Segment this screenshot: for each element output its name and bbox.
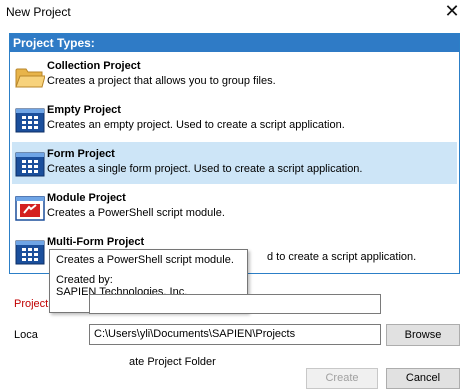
- project-name-input[interactable]: [89, 294, 381, 314]
- item-name: Collection Project: [47, 60, 141, 72]
- tooltip-created-by: Created by:: [56, 274, 113, 286]
- project-types-panel: Project Types: Collection Project Create…: [9, 33, 460, 274]
- list-item-module-project[interactable]: Module Project Creates a PowerShell scri…: [12, 186, 457, 228]
- grid-window-icon: [15, 152, 45, 177]
- close-icon[interactable]: ✕: [436, 0, 468, 24]
- title-bar: New Project ✕: [0, 0, 468, 24]
- module-icon: [15, 196, 45, 221]
- item-name: Module Project: [47, 192, 126, 204]
- location-input[interactable]: C:\Users\yli\Documents\SAPIEN\Projects: [89, 324, 381, 345]
- item-name: Form Project: [47, 148, 115, 160]
- location-label: Loca: [14, 329, 38, 341]
- grid-window-icon: [15, 108, 45, 133]
- list-item-empty-project[interactable]: Empty Project Creates an empty project. …: [12, 98, 457, 140]
- item-description: Creates a PowerShell script module.: [47, 207, 225, 219]
- project-name-label: Project: [14, 298, 49, 310]
- item-name: Empty Project: [47, 104, 121, 116]
- browse-button[interactable]: Browse: [386, 324, 460, 346]
- project-type-list: Collection Project Creates a project tha…: [10, 52, 459, 273]
- tooltip-description: Creates a PowerShell script module.: [56, 254, 234, 266]
- list-item-form-project[interactable]: Form Project Creates a single form proje…: [12, 142, 457, 184]
- panel-header: Project Types:: [10, 34, 459, 52]
- item-description: d to create a script application.: [267, 251, 417, 263]
- grid-window-icon: [15, 240, 45, 265]
- item-name: Multi-Form Project: [47, 236, 145, 248]
- item-description: Creates a project that allows you to gro…: [47, 75, 276, 87]
- create-button[interactable]: Create: [306, 368, 378, 389]
- item-description: Creates a single form project. Used to c…: [47, 163, 363, 175]
- window-title: New Project: [6, 5, 71, 19]
- item-description: Creates an empty project. Used to create…: [47, 119, 345, 131]
- folder-icon: [15, 68, 45, 88]
- cancel-button[interactable]: Cancel: [386, 368, 460, 389]
- create-folder-option[interactable]: ate Project Folder: [129, 356, 216, 368]
- list-item-collection-project[interactable]: Collection Project Creates a project tha…: [12, 54, 457, 96]
